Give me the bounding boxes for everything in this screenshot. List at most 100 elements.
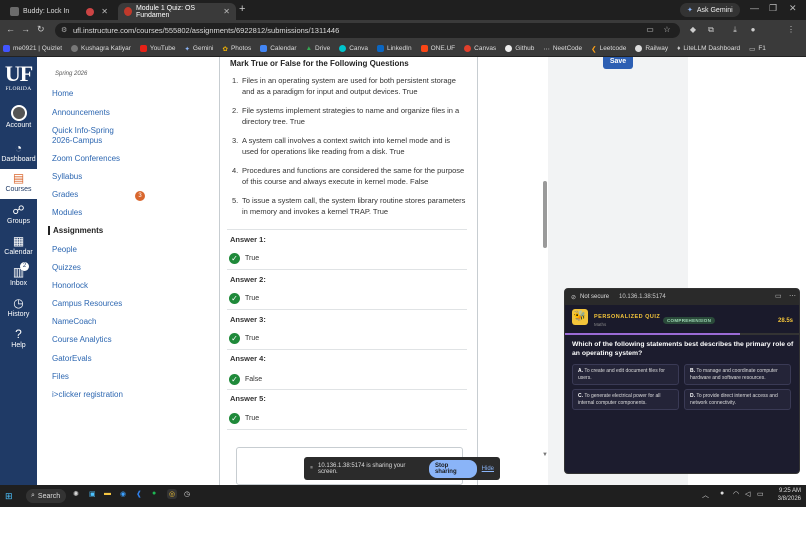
file-explorer-icon[interactable]: ▬ xyxy=(104,490,111,497)
bookmark-canva[interactable]: Canva xyxy=(339,45,368,52)
course-nav-announcements[interactable]: Announcements xyxy=(52,108,110,117)
course-nav-quizzes[interactable]: Quizzes xyxy=(52,263,81,272)
nav-help[interactable]: ? Help xyxy=(0,327,37,349)
more-icon[interactable]: ⋯ xyxy=(789,292,796,300)
course-nav-modules[interactable]: Modules xyxy=(52,208,82,217)
course-nav-grades[interactable]: Grades 3 xyxy=(52,190,152,201)
quiz-option-d[interactable]: D. To provide direct internet access and… xyxy=(684,389,791,410)
quiz-option-a[interactable]: A. To create and edit document files for… xyxy=(572,364,679,385)
restore-icon[interactable]: ❐ xyxy=(769,3,777,14)
bookmark-canvas[interactable]: Canvas xyxy=(464,45,496,52)
wifi-icon[interactable]: ◠ xyxy=(733,490,739,498)
bookmark-linkedin[interactable]: LinkedIn xyxy=(377,45,412,52)
correct-check-icon: ✓ xyxy=(229,253,240,264)
bookmark-photos[interactable]: ✿ Photos xyxy=(223,45,252,53)
bookmark-github[interactable]: Github xyxy=(505,45,534,52)
install-icon[interactable]: ▭ xyxy=(645,25,655,35)
scroll-down-icon[interactable]: ▼ xyxy=(542,452,548,458)
tray-chevron-icon[interactable]: ︿ xyxy=(702,490,709,500)
chrome-icon[interactable]: ◎ xyxy=(167,489,178,499)
course-nav-honorlock[interactable]: Honorlock xyxy=(52,281,88,290)
uf-logo[interactable]: UF FLORIDA xyxy=(1,63,36,99)
popup-titlebar: ⊘ Not secure 10.136.1.38:5174 ▭ ⋯ xyxy=(565,289,799,305)
drag-handle-icon[interactable]: ⏸ xyxy=(310,465,313,472)
course-nav-zoom[interactable]: Zoom Conferences xyxy=(52,154,120,163)
close-window-icon[interactable]: ✕ xyxy=(789,3,797,14)
vscode-icon[interactable]: ❰ xyxy=(136,490,142,498)
bookmark-leetcode[interactable]: ❮ Leetcode xyxy=(591,45,626,53)
bookmark-quizlet[interactable]: me0921 | Quizlet xyxy=(3,45,62,52)
linkedin-icon xyxy=(377,45,384,52)
taskbar-search[interactable]: ⌕ Search xyxy=(26,489,66,503)
page-scrollbar[interactable] xyxy=(543,181,547,248)
chrome-menu-icon[interactable]: ⋮ xyxy=(786,25,796,35)
nav-history[interactable]: ◷ History xyxy=(0,296,37,318)
nav-account[interactable]: Account xyxy=(0,105,37,129)
course-nav-analytics[interactable]: Course Analytics xyxy=(52,335,112,344)
bookmark-kushagra[interactable]: Kushagra Katiyar xyxy=(71,45,131,52)
stop-sharing-button[interactable]: Stop sharing xyxy=(428,459,477,478)
nav-dashboard[interactable]: ◔ Dashboard xyxy=(0,141,37,163)
volume-icon[interactable]: ◁ xyxy=(745,490,750,498)
course-nav-namecoach[interactable]: NameCoach xyxy=(52,317,96,326)
course-nav-gatorevals[interactable]: GatorEvals xyxy=(52,354,92,363)
nav-calendar[interactable]: ▦ Calendar xyxy=(0,234,37,256)
profile-icon[interactable]: ● xyxy=(748,25,758,35)
spotify-icon[interactable]: ● xyxy=(152,490,156,497)
bookmark-neetcode[interactable]: ⋯ NeetCode xyxy=(543,45,582,53)
bookmark-railway[interactable]: Railway xyxy=(635,45,668,52)
site-info-icon[interactable]: ⚙ xyxy=(61,26,67,34)
nav-inbox[interactable]: ▥ 2 Inbox xyxy=(0,262,37,287)
course-nav-files[interactable]: Files xyxy=(52,372,69,381)
reload-icon[interactable]: ↻ xyxy=(37,24,45,35)
ask-gemini-button[interactable]: ✦ Ask Gemini xyxy=(680,3,740,17)
tab-module-quiz[interactable]: Module 1 Quiz: OS Fundamen ✕ xyxy=(118,3,236,20)
widgets-icon[interactable]: ✺ xyxy=(73,490,79,498)
start-icon[interactable]: ⊞ xyxy=(5,491,13,502)
cast-icon[interactable]: ▭ xyxy=(775,292,782,300)
bookmark-gemini[interactable]: ✦ Gemini xyxy=(184,45,213,53)
collapse-nav-icon[interactable]: ⇤ xyxy=(9,524,18,537)
tab-close-icon[interactable]: ✕ xyxy=(101,7,108,16)
quiz-option-c[interactable]: C. To generate electrical power for all … xyxy=(572,389,679,410)
clock[interactable]: 9:25 AM 3/8/2026 xyxy=(773,487,801,503)
bookmark-folder-f1[interactable]: ▭ F1 xyxy=(749,45,766,53)
course-nav-assignments[interactable]: Assignments xyxy=(48,226,103,235)
forward-icon[interactable]: → xyxy=(21,24,30,34)
course-nav-syllabus[interactable]: Syllabus xyxy=(52,172,82,181)
downloads-icon[interactable]: ⤓ xyxy=(730,25,740,35)
tab-buddy[interactable]: Buddy: Lock In ✕ xyxy=(4,3,114,20)
save-button[interactable]: Save xyxy=(603,57,633,69)
copilot-icon[interactable]: ◉ xyxy=(120,490,126,498)
quiz-option-b[interactable]: B. To manage and coordinate computer har… xyxy=(684,364,791,385)
bookmark-litellm[interactable]: ♦ LiteLLM Dashboard xyxy=(677,45,740,52)
clock-app-icon[interactable]: ◷ xyxy=(184,490,190,498)
extensions-icon[interactable]: ⧉ xyxy=(706,25,716,35)
course-nav-campus-resources[interactable]: Campus Resources xyxy=(52,299,122,308)
option-letter: A. xyxy=(578,368,583,374)
bookmark-oneuf[interactable]: ONE.UF xyxy=(420,45,455,52)
battery-icon[interactable]: ▭ xyxy=(757,490,764,498)
answer-label: Answer 1: xyxy=(230,235,266,244)
bookmark-calendar[interactable]: Calendar xyxy=(260,45,297,52)
option-text: To create and edit document files for us… xyxy=(578,368,665,381)
hide-button[interactable]: Hide xyxy=(482,466,494,472)
minimize-icon[interactable]: — xyxy=(750,3,759,13)
gemini-extension-icon[interactable]: ◆ xyxy=(688,25,698,35)
tab-close-icon[interactable]: ✕ xyxy=(223,7,230,16)
nav-groups[interactable]: ☍ Groups xyxy=(0,203,37,225)
bookmark-drive[interactable]: ▲ Drive xyxy=(306,45,331,52)
nav-courses[interactable]: ▤ Courses xyxy=(0,169,37,199)
mic-icon[interactable]: ● xyxy=(720,490,724,497)
bookmark-youtube[interactable]: YouTube xyxy=(139,45,175,52)
bookmark-star-icon[interactable]: ☆ xyxy=(662,25,672,35)
course-nav-people[interactable]: People xyxy=(52,245,77,254)
course-nav-home[interactable]: Home xyxy=(52,89,73,98)
course-nav-quick-info[interactable]: Quick Info-Spring 2026-Campus xyxy=(52,126,132,146)
address-bar[interactable]: ⚙ ufl.instructure.com/courses/555802/ass… xyxy=(55,23,680,38)
teams-icon[interactable]: ▣ xyxy=(89,490,96,498)
bookmark-label: me0921 | Quizlet xyxy=(13,45,63,52)
new-tab-icon[interactable]: + xyxy=(239,3,245,15)
back-icon[interactable]: ← xyxy=(6,24,15,34)
course-nav-iclicker[interactable]: i>clicker registration xyxy=(52,390,123,399)
